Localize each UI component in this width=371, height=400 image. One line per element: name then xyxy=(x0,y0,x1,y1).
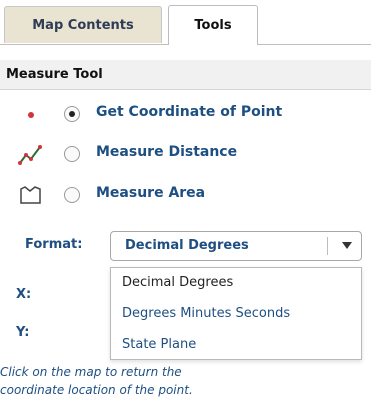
polyline-icon xyxy=(18,143,44,167)
option-label: Measure Area xyxy=(96,185,206,201)
option-measure-distance[interactable]: Measure Distance xyxy=(0,143,371,167)
dropdown-option-decimal-degrees[interactable]: Decimal Degrees xyxy=(122,275,233,290)
format-selected-value: Decimal Degrees xyxy=(125,238,249,253)
measure-tool-heading: Measure Tool xyxy=(0,60,371,90)
select-divider xyxy=(327,237,328,255)
instruction-line-1: Click on the map to return the xyxy=(0,365,182,379)
format-label: Format: xyxy=(25,237,83,252)
format-select[interactable]: Decimal Degrees xyxy=(110,231,362,261)
x-label: X: xyxy=(16,287,32,302)
tab-tools[interactable]: Tools xyxy=(168,5,258,45)
point-icon xyxy=(18,103,44,127)
option-get-coordinate[interactable]: Get Coordinate of Point xyxy=(0,103,371,127)
option-label: Measure Distance xyxy=(96,144,238,160)
chevron-down-icon[interactable] xyxy=(342,242,352,249)
y-label: Y: xyxy=(16,325,30,340)
radio-measure-distance[interactable] xyxy=(64,146,80,162)
polygon-icon xyxy=(18,184,44,208)
format-dropdown-list: Decimal Degrees Degrees Minutes Seconds … xyxy=(110,267,362,360)
radio-measure-area[interactable] xyxy=(64,187,80,203)
tab-bar: Map Contents Tools xyxy=(0,0,371,45)
instruction-line-2: coordinate location of the point. xyxy=(0,383,193,397)
radio-get-coordinate[interactable] xyxy=(64,106,80,122)
dropdown-option-state-plane[interactable]: State Plane xyxy=(122,337,196,352)
option-measure-area[interactable]: Measure Area xyxy=(0,184,371,208)
option-label: Get Coordinate of Point xyxy=(96,104,283,120)
tab-map-contents[interactable]: Map Contents xyxy=(4,6,162,43)
instruction-text: Click on the map to return the coordinat… xyxy=(0,363,371,399)
dropdown-option-dms[interactable]: Degrees Minutes Seconds xyxy=(122,306,290,321)
